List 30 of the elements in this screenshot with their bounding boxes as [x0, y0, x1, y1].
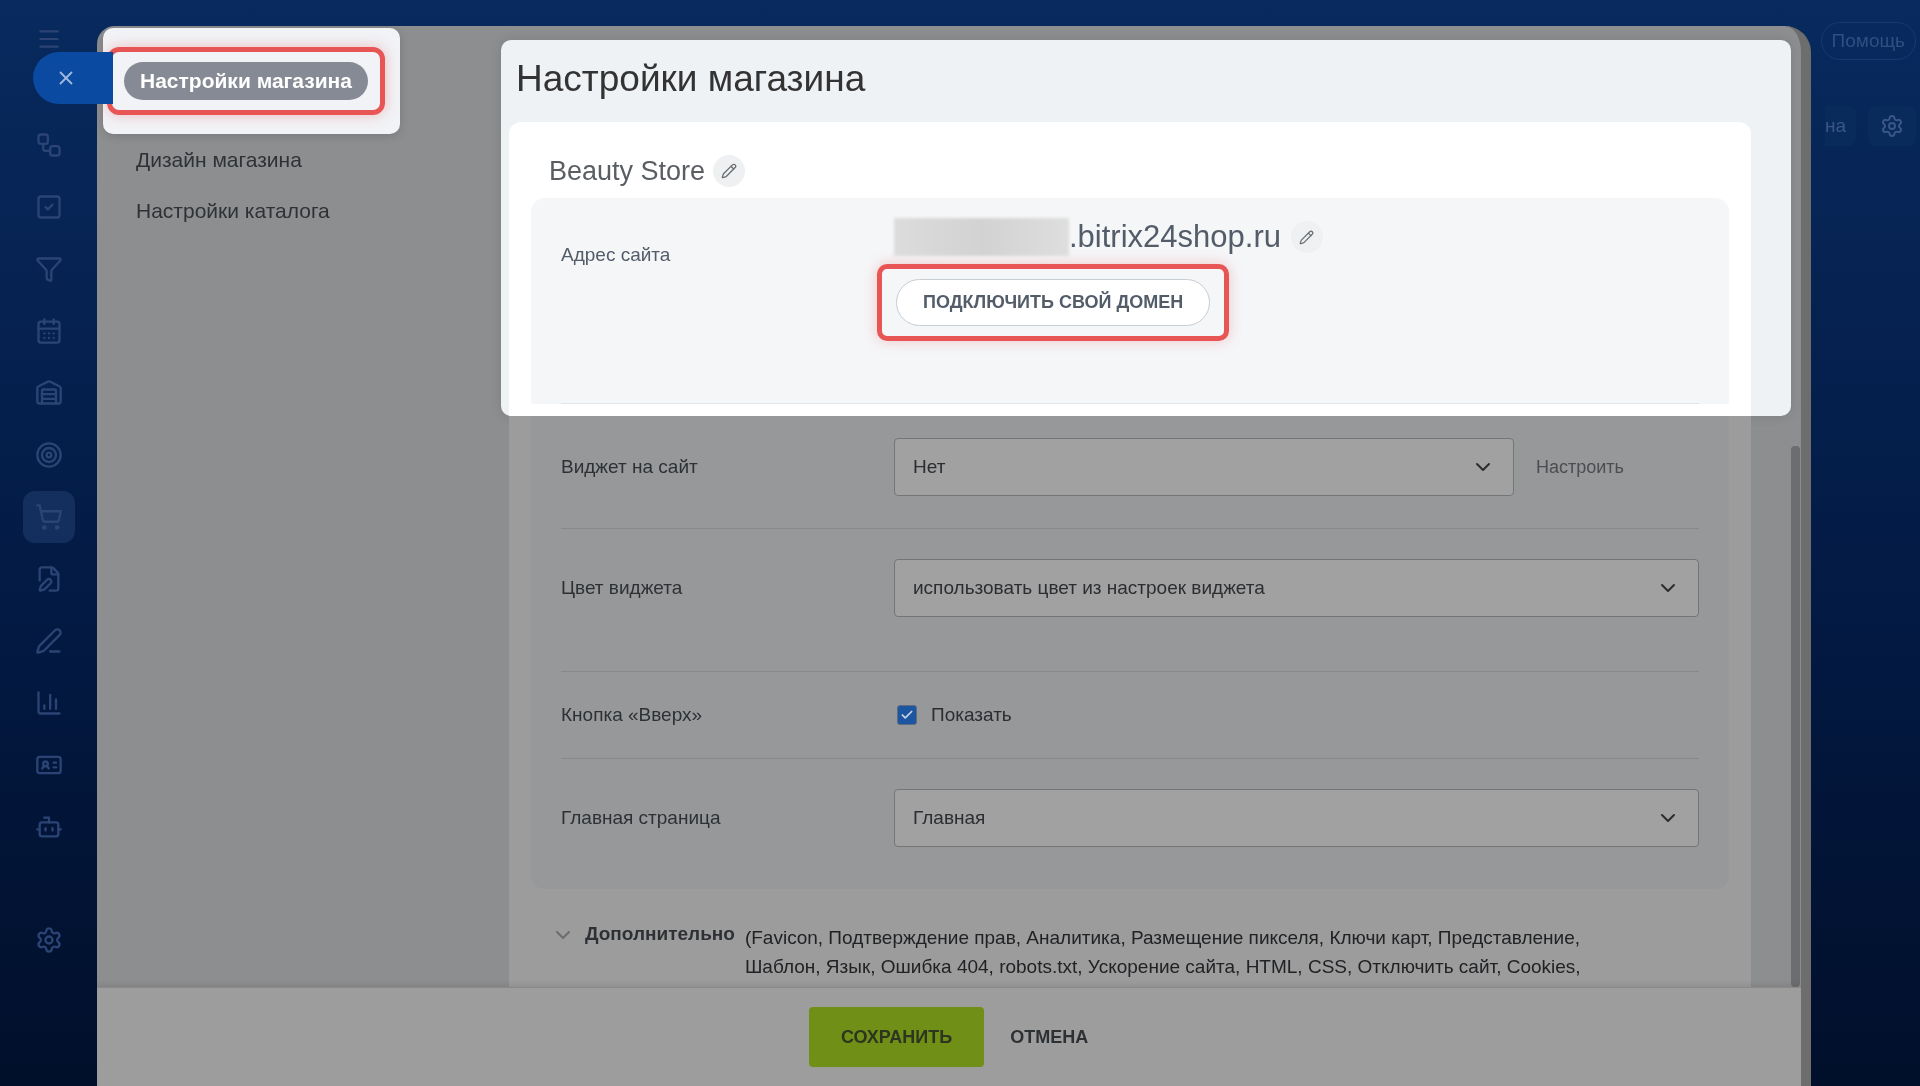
select-field[interactable]: использовать цвет из настроек виджета: [894, 559, 1699, 617]
edit-icon[interactable]: [713, 155, 746, 187]
domain-text: .bitrix24shop.ru: [1069, 219, 1281, 255]
menu-item[interactable]: Настройки каталога: [103, 185, 501, 236]
section-summary: (Favicon, Подтверждение прав, Аналитика, Размещение пикселя, Ключи карт, Представление, Шаблон, Язык, Ошибка 404, robots.txt, Ускорение сайта, HTML, CSS, Отключить сайт, Cookies,: [744, 926, 1582, 979]
connect-domain-button[interactable]: ПОДКЛЮЧИТЬ СВОЙ ДОМЕН: [896, 279, 1211, 326]
menu-item[interactable]: Настройки магазина: [124, 62, 368, 100]
select-field[interactable]: Главная: [894, 789, 1699, 847]
cart-icon[interactable]: [22, 491, 75, 543]
select-field[interactable]: Нет: [894, 438, 1514, 496]
field-label: Цвет виджета: [561, 577, 684, 599]
field-label: Адрес сайта: [561, 243, 672, 267]
scrollbar[interactable]: [1791, 446, 1800, 987]
settings-icon: [1880, 114, 1904, 138]
close-button[interactable]: [33, 52, 113, 104]
save-button[interactable]: СОХРАНИТЬ: [809, 1007, 985, 1067]
section-toggle[interactable]: Дополнительно: [585, 923, 735, 981]
checkbox[interactable]: [897, 705, 917, 725]
field-label: Кнопка «Вверх»: [561, 704, 704, 726]
field-label: Главная страница: [561, 807, 722, 829]
checkbox-label: Показать: [931, 704, 1012, 726]
cancel-button[interactable]: ОТМЕНА: [1010, 1026, 1089, 1048]
check-icon: [900, 708, 914, 722]
edit-icon[interactable]: [1290, 221, 1323, 253]
menu-item[interactable]: Дизайн магазина: [103, 134, 501, 185]
page-title: Настройки магазина: [515, 57, 867, 101]
settings-button[interactable]: [1868, 106, 1916, 146]
configure-link[interactable]: Настроить: [1536, 456, 1624, 478]
store-name: Beauty Store: [549, 155, 706, 187]
field-label: Виджет на сайт: [561, 456, 699, 478]
